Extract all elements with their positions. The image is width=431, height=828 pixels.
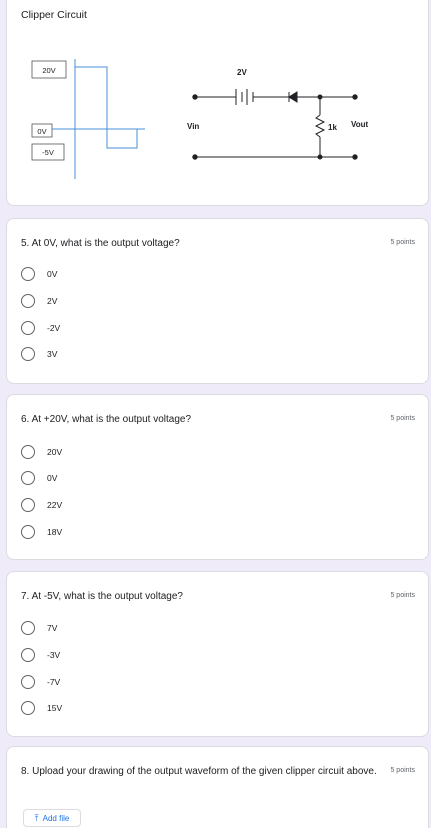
clipper-circuit-diagram: 20V 0V -5V 2V 1k Vin Vout [31, 59, 369, 179]
radio-button[interactable] [21, 471, 35, 485]
option-label: -7V [47, 677, 61, 687]
resistor-symbol [314, 114, 326, 138]
option-label: 18V [47, 527, 63, 537]
radio-button[interactable] [21, 525, 35, 539]
junction-bottom [317, 154, 323, 160]
radio-button[interactable] [21, 675, 35, 689]
radio-option[interactable]: -7V [21, 674, 60, 690]
add-file-label: Add file [42, 813, 70, 823]
add-file-button[interactable]: ⤒ Add file [23, 809, 81, 827]
question-card-6: 6. At +20V, what is the output voltage? … [6, 394, 429, 560]
level-label-minus5v: -5V [42, 148, 54, 157]
circuit-schematic: 2V 1k Vin Vout [187, 68, 369, 160]
radio-option[interactable]: 22V [21, 497, 62, 513]
level-label-0v: 0V [37, 127, 46, 136]
radio-option[interactable]: 3V [21, 346, 57, 362]
question-card-5: 5. At 0V, what is the output voltage? 5 … [6, 218, 429, 384]
radio-button[interactable] [21, 621, 35, 635]
question-title: 6. At +20V, what is the output voltage? [21, 414, 192, 425]
output-terminal-top [352, 94, 358, 100]
question-title: 8. Upload your drawing of the output wav… [21, 766, 377, 777]
option-label: -3V [47, 650, 61, 660]
question-card-7: 7. At -5V, what is the output voltage? 5… [6, 571, 429, 737]
option-label: 15V [47, 703, 63, 713]
points-label: 5 points [390, 239, 415, 246]
radio-button[interactable] [21, 498, 35, 512]
question-title: 5. At 0V, what is the output voltage? [21, 238, 180, 249]
option-label: 20V [47, 447, 63, 457]
question-card-8: 8. Upload your drawing of the output wav… [6, 746, 429, 828]
radio-button[interactable] [21, 294, 35, 308]
upload-icon: ⤒ [34, 812, 39, 823]
image-card: Clipper Circuit 20V 0V -5V 2V 1k Vin Vou… [6, 0, 429, 206]
square-wave [75, 66, 145, 149]
level-label-20v: 20V [42, 66, 55, 75]
radio-button[interactable] [21, 445, 35, 459]
radio-option[interactable]: 20V [21, 444, 62, 460]
radio-option[interactable]: -2V [21, 320, 60, 336]
input-waveform: 20V 0V -5V [31, 59, 145, 179]
radio-button[interactable] [21, 347, 35, 361]
option-label: 3V [47, 349, 58, 359]
question-title: 7. At -5V, what is the output voltage? [21, 591, 183, 602]
radio-option[interactable]: 2V [21, 293, 57, 309]
option-label: -2V [47, 323, 61, 333]
diode-symbol [288, 91, 298, 103]
radio-button[interactable] [21, 267, 35, 281]
radio-option[interactable]: 0V [21, 266, 57, 282]
output-terminal-bottom [352, 154, 358, 160]
option-label: 7V [47, 623, 58, 633]
radio-option[interactable]: 18V [21, 524, 62, 540]
radio-button[interactable] [21, 701, 35, 715]
option-label: 0V [47, 269, 58, 279]
option-label: 2V [47, 296, 58, 306]
points-label: 5 points [390, 767, 415, 774]
option-label: 22V [47, 500, 63, 510]
radio-button[interactable] [21, 321, 35, 335]
points-label: 5 points [390, 592, 415, 599]
points-label: 5 points [390, 415, 415, 422]
radio-option[interactable]: 15V [21, 700, 62, 716]
radio-option[interactable]: 0V [21, 470, 57, 486]
radio-option[interactable]: 7V [21, 620, 57, 636]
radio-option[interactable]: -3V [21, 647, 60, 663]
resistor-label: 1k [328, 123, 337, 132]
vin-label: Vin [187, 122, 199, 131]
battery-label: 2V [237, 68, 247, 77]
radio-button[interactable] [21, 648, 35, 662]
option-label: 0V [47, 473, 58, 483]
vout-label: Vout [351, 120, 369, 129]
